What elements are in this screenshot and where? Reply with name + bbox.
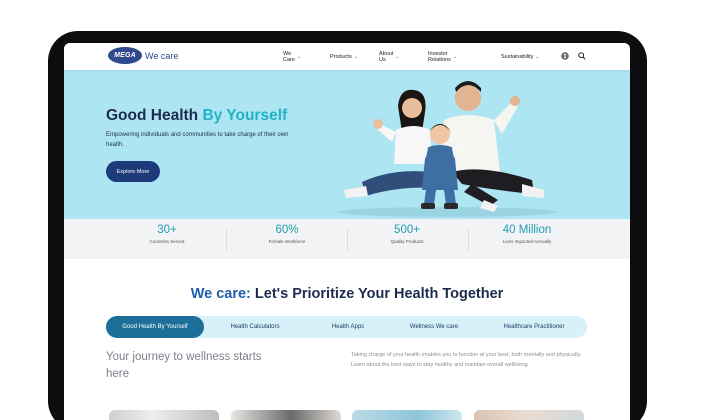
website-screen: MEGA We care We Care ⌄ Products ⌄ About Us… [64, 43, 630, 420]
tab-wellness-we-care[interactable]: Wellness We care [395, 316, 473, 338]
menu-label: About Us [379, 50, 394, 63]
hero-description: Empowering individuals and communities t… [106, 132, 289, 148]
stat-value: 30+ [157, 224, 177, 236]
menu-we-care[interactable]: We Care ⌄ [283, 51, 301, 63]
journey-heading: Your journey to wellness starts here [106, 351, 262, 380]
stat-item: 40 Million Lives Impacted Annually [467, 219, 587, 244]
stat-value: 60% [275, 224, 299, 236]
hero-title: Good Health By Yourself [106, 107, 287, 125]
search-icon[interactable] [577, 51, 587, 61]
explore-more-button[interactable]: Explore More [106, 161, 160, 182]
chevron-down-icon: ⌄ [452, 53, 458, 60]
article-card-image[interactable] [352, 410, 462, 420]
globe-icon[interactable] [560, 51, 570, 61]
section-title: We care: Let's Prioritize Your Health To… [64, 286, 630, 302]
tab-good-health-by-yourself[interactable]: Good Health By Yourself [106, 316, 204, 338]
chevron-down-icon: ⌄ [395, 53, 400, 60]
stat-label: Female Workforce [268, 239, 306, 244]
logo-text: We care [145, 50, 179, 61]
stat-item: 60% Female Workforce [227, 219, 347, 244]
stat-value: 40 Million [502, 224, 552, 236]
health-tabs: Good Health By Yourself Health Calculato… [106, 316, 587, 338]
menu-label: Sustainability [501, 53, 534, 60]
chevron-down-icon: ⌄ [353, 53, 358, 60]
top-navigation: MEGA We care We Care ⌄ Products ⌄ About Us… [64, 43, 630, 70]
stat-label: Lives Impacted Annually [502, 239, 552, 244]
stats-bar: 30+ Countries Served 60% Female Workforc… [64, 219, 630, 259]
menu-label: Products [330, 53, 352, 60]
menu-label: We Care [283, 50, 295, 63]
brand-logo[interactable]: MEGA We care [108, 47, 178, 64]
article-card-image[interactable] [474, 410, 584, 420]
tab-healthcare-practitioner[interactable]: Healthcare Practitioner [484, 316, 584, 338]
stat-value: 500+ [394, 224, 420, 236]
menu-about-us[interactable]: About Us ⌄ [379, 51, 400, 63]
tab-health-calculators[interactable]: Health Calculators [210, 316, 300, 338]
journey-description: Taking charge of your health enables you… [351, 352, 582, 368]
stat-label: Quality Products [390, 239, 424, 244]
tab-health-apps[interactable]: Health Apps [306, 316, 390, 338]
family-photo [337, 81, 557, 217]
menu-investor-relations[interactable]: Investor Relations ⌄ [428, 51, 457, 63]
article-card-image[interactable] [109, 410, 219, 420]
stat-item: 30+ Countries Served [107, 219, 227, 244]
chevron-down-icon: ⌄ [535, 53, 540, 60]
stat-item: 500+ Quality Products [347, 219, 467, 244]
menu-products[interactable]: Products ⌄ [330, 54, 358, 60]
hero-title-accent: By Yourself [202, 107, 288, 124]
section-title-accent: We care: [190, 286, 251, 302]
stat-label: Countries Served [149, 239, 185, 244]
section-title-main: Let's Prioritize Your Health Together [250, 286, 504, 302]
menu-label: Investor Relations [428, 50, 451, 63]
hero-title-main: Good Health [106, 107, 203, 124]
article-card-image[interactable] [231, 410, 341, 420]
chevron-down-icon: ⌄ [296, 53, 302, 60]
logo-badge: MEGA [108, 47, 142, 64]
menu-sustainability[interactable]: Sustainability ⌄ [501, 54, 540, 60]
hero-banner: Good Health By Yourself Empowering indiv… [64, 70, 630, 219]
